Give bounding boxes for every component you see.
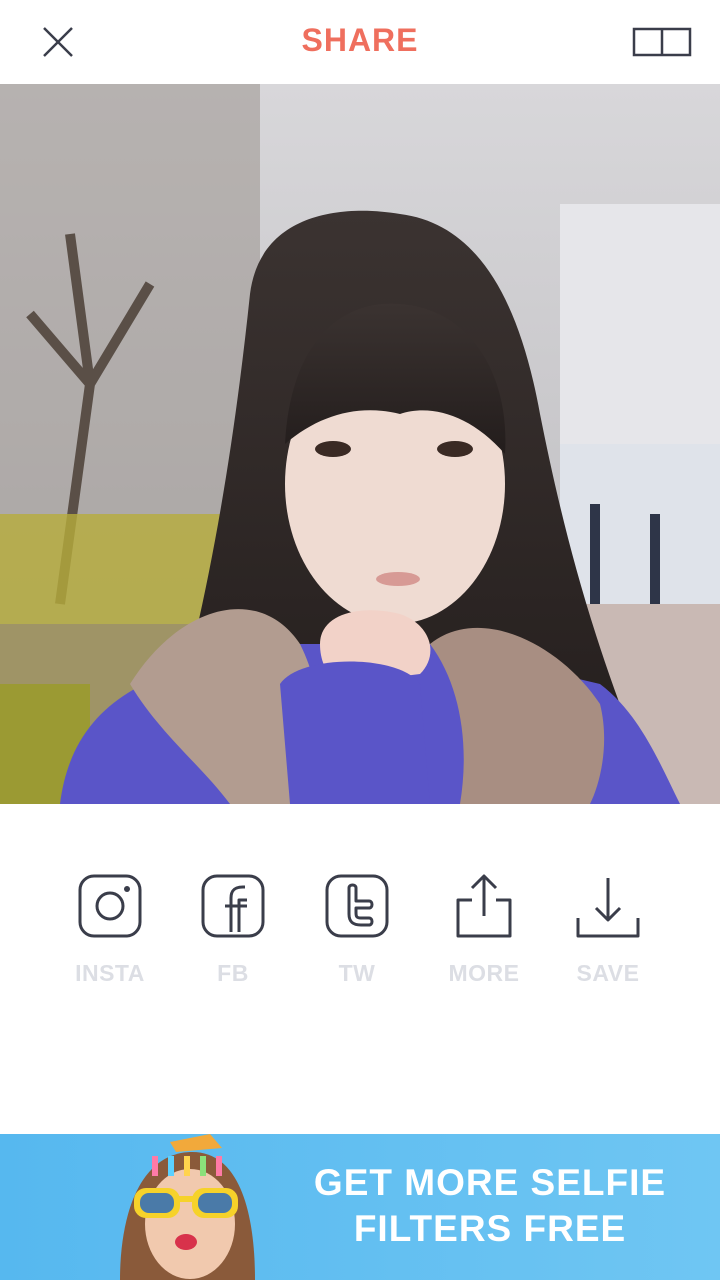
twitter-icon [325,874,389,938]
banner-text: GET MORE SELFIE FILTERS FREE [290,1160,690,1252]
facebook-icon [201,874,265,938]
photo-preview [0,84,720,804]
instagram-icon [78,874,142,938]
banner-line-2: FILTERS FREE [353,1208,627,1249]
download-icon [576,878,640,938]
share-more-button[interactable]: MORE [424,872,544,987]
page-title: SHARE [301,22,419,58]
share-instagram-label: INSTA [75,960,145,986]
share-more-label: MORE [448,960,520,986]
split-view-icon [632,27,692,57]
share-twitter-label: TW [338,960,376,986]
share-options: INSTA FB TW MORE SAVE [0,872,720,992]
top-bar: SHARE [0,0,720,84]
banner-line-1: GET MORE SELFIE [313,1162,667,1203]
banner-illustration [120,1134,255,1280]
save-label: SAVE [576,960,640,986]
promo-banner[interactable]: GET MORE SELFIE FILTERS FREE [0,1134,720,1280]
share-facebook-label: FB [217,960,249,986]
share-more-icon [456,874,512,938]
share-instagram-button[interactable]: INSTA [50,872,170,987]
share-twitter-button[interactable]: TW [297,872,417,987]
layout-toggle-button[interactable] [630,24,694,62]
share-facebook-button[interactable]: FB [173,872,293,987]
save-button[interactable]: SAVE [548,872,668,987]
